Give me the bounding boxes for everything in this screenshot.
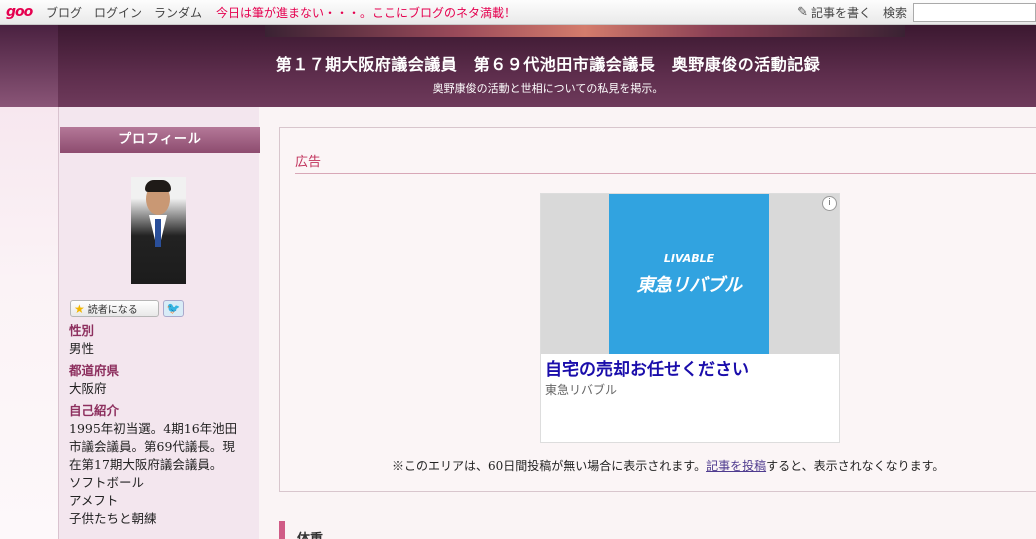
write-post-link[interactable]: 記事を書く: [811, 4, 871, 21]
twitter-icon: 🐦: [166, 302, 181, 315]
sidebar: プロフィール ★ 読者になる 🐦 性別 男性 都道府県 大阪府 自己紹介 199…: [58, 107, 260, 539]
gender-label: 性別: [69, 323, 95, 338]
ad-divider: [295, 173, 1036, 174]
header-photo: [265, 25, 905, 37]
left-decor-strip: [0, 107, 58, 539]
gender-value: 男性: [69, 341, 95, 356]
ad-image[interactable]: LIVABLE 東急リバブル: [609, 194, 769, 354]
top-bar: goo ブログ ログイン ランダム 今日は筆が進まない・・・。ここにブログのネタ…: [0, 0, 1036, 25]
section-marker: [279, 521, 285, 539]
nav-blog[interactable]: ブログ: [46, 4, 82, 21]
ad-headline-link[interactable]: 自宅の売却お任せください: [545, 355, 749, 380]
intro-line: 子供たちと朝練: [69, 511, 157, 526]
ad-heading: 広告: [295, 155, 322, 170]
ad-card[interactable]: LIVABLE 東急リバブル i 自宅の売却お任せください 東急リバブル: [540, 193, 840, 443]
goo-logo[interactable]: goo: [6, 4, 38, 20]
post-article-link[interactable]: 記事を投稿: [706, 459, 766, 473]
blog-header: 第１７期大阪府議会議員 第６９代池田市議会議長 奥野康俊の活動記録 奥野康俊の活…: [0, 25, 1036, 107]
ad-info-icon[interactable]: i: [822, 196, 837, 211]
intro-line: 1995年初当選。4期16年池田: [69, 421, 238, 436]
ad-advertiser: 東急リバブル: [545, 383, 618, 397]
intro-line: 在第17期大阪府議会議員。: [69, 457, 223, 472]
intro-line: アメフト: [69, 493, 119, 508]
avatar[interactable]: [131, 177, 186, 284]
intro-line: 市議会議員。第69代議長。現: [69, 439, 235, 454]
twitter-button[interactable]: 🐦: [163, 300, 184, 317]
follow-reader-button[interactable]: ★ 読者になる: [70, 300, 159, 317]
ad-notice-tail: すると、表示されなくなります。: [766, 459, 945, 473]
blog-title[interactable]: 第１７期大阪府議会議員 第６９代池田市議会議長 奥野康俊の活動記録: [60, 51, 1036, 75]
promo-notice[interactable]: 今日は筆が進まない・・・。ここにブログのネタ満載！: [216, 4, 516, 21]
search-input[interactable]: [913, 3, 1036, 22]
top-right: ✎ 記事を書く 検索: [797, 0, 1036, 25]
section-title[interactable]: 体重: [297, 528, 323, 539]
search-label: 検索: [882, 6, 907, 20]
intro-line: ソフトボール: [69, 475, 145, 490]
header-left-decor: [0, 25, 58, 107]
ad-section: 広告 LIVABLE 東急リバブル i 自宅の売却お任せください 東急リバブル …: [279, 127, 1036, 492]
star-icon: ★: [74, 301, 85, 316]
ad-notice: ※このエリアは、60日間投稿が無い場合に表示されます。記事を投稿すると、表示され…: [392, 457, 944, 474]
ad-notice-text: ※このエリアは、60日間投稿が無い場合に表示されます。: [392, 459, 707, 473]
nav-random[interactable]: ランダム: [154, 4, 202, 21]
ad-brand-logo: 東急リバブル: [636, 274, 743, 296]
blog-subtitle: 奥野康俊の活動と世相についての私見を掲示。: [432, 82, 664, 95]
profile-heading: プロフィール: [60, 127, 260, 153]
follow-reader-label: 読者になる: [87, 305, 138, 316]
intro-label: 自己紹介: [69, 403, 120, 418]
profile-details: 性別 男性 都道府県 大阪府 自己紹介 1995年初当選。4期16年池田 市議会…: [69, 322, 255, 528]
pen-icon: ✎: [797, 5, 808, 20]
nav-login[interactable]: ログイン: [94, 4, 142, 21]
ad-brand-mark: LIVABLE: [663, 251, 715, 265]
prefecture-label: 都道府県: [69, 363, 120, 378]
prefecture-value: 大阪府: [69, 381, 107, 396]
top-nav: ブログ ログイン ランダム: [46, 4, 202, 21]
